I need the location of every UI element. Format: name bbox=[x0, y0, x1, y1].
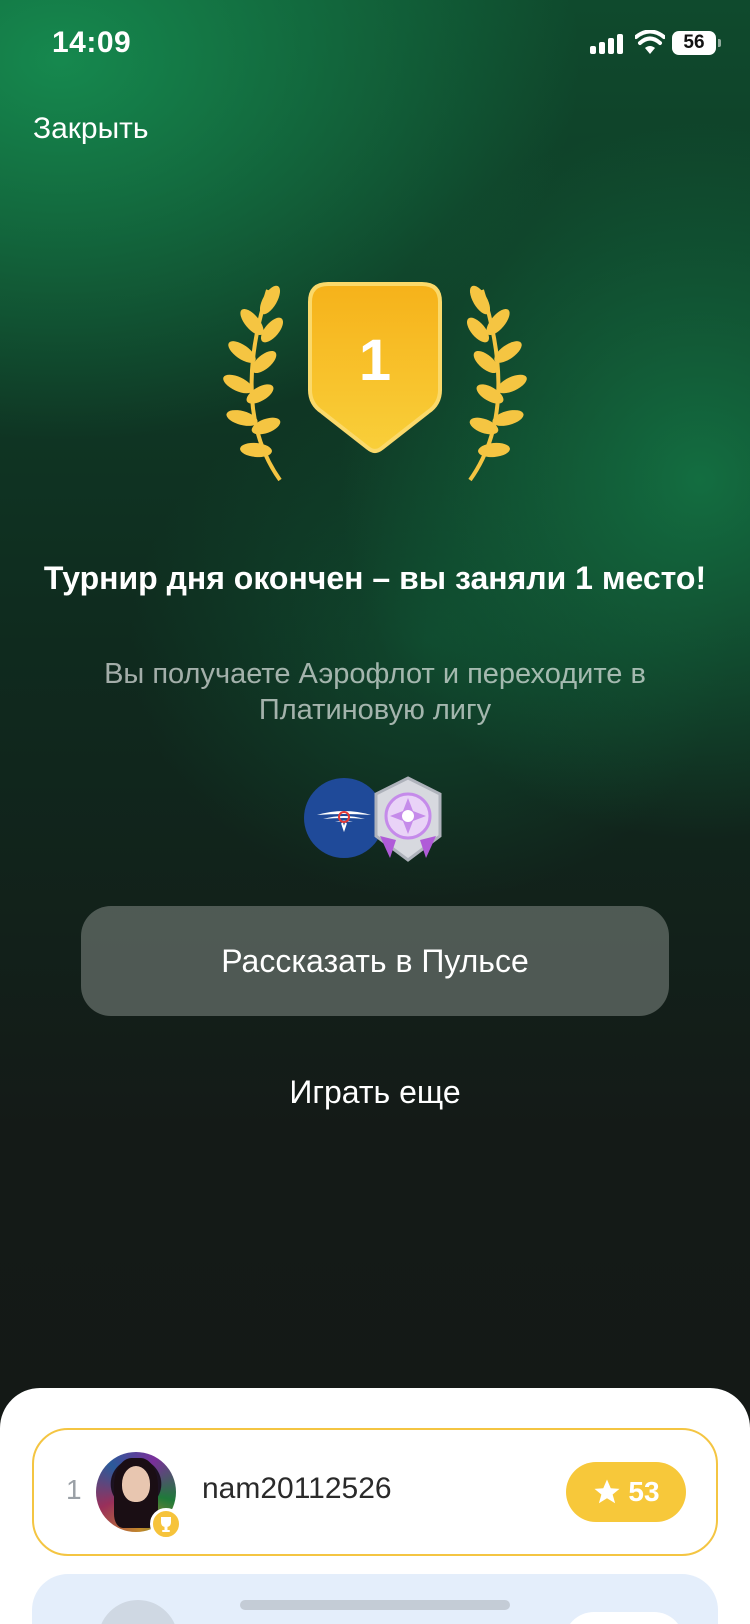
trophy-icon bbox=[150, 1508, 182, 1540]
close-button[interactable]: Закрыть bbox=[33, 112, 149, 146]
username: nam20112526 bbox=[202, 1472, 392, 1505]
result-headline: Турнир дня окончен – вы заняли 1 место! bbox=[43, 560, 707, 596]
platinum-league-badge-icon bbox=[374, 776, 442, 862]
share-in-pulse-button[interactable]: Рассказать в Пульсе bbox=[81, 906, 669, 1016]
laurel-medal-icon: 1 bbox=[223, 282, 527, 482]
score-badge: 53 bbox=[566, 1462, 686, 1522]
sheet-handle[interactable] bbox=[240, 1600, 510, 1610]
avatar bbox=[98, 1600, 178, 1624]
rank-number: 1 bbox=[66, 1474, 82, 1505]
leaderboard-row[interactable]: 1 nam20112526 53 bbox=[32, 1428, 718, 1556]
cellular-signal-icon bbox=[590, 34, 626, 54]
play-again-button[interactable]: Играть еще bbox=[0, 1074, 750, 1111]
leaderboard-row-next[interactable] bbox=[32, 1574, 718, 1624]
battery-icon: 56 bbox=[672, 31, 721, 55]
score-badge bbox=[564, 1612, 684, 1624]
status-time: 14:09 bbox=[52, 26, 132, 59]
first-place-medal: 1 bbox=[210, 280, 540, 490]
score-value: 53 bbox=[628, 1476, 660, 1507]
result-subtitle: Вы получаете Аэрофлот и переходите в Пла… bbox=[104, 658, 646, 726]
status-bar: 14:09 56 bbox=[0, 0, 750, 90]
rewards-group bbox=[304, 776, 454, 862]
leaderboard-sheet[interactable]: 1 nam20112526 53 bbox=[0, 1388, 750, 1624]
wifi-icon bbox=[635, 30, 665, 54]
star-icon bbox=[594, 1479, 620, 1504]
medal-place-text: 1 bbox=[359, 328, 391, 393]
